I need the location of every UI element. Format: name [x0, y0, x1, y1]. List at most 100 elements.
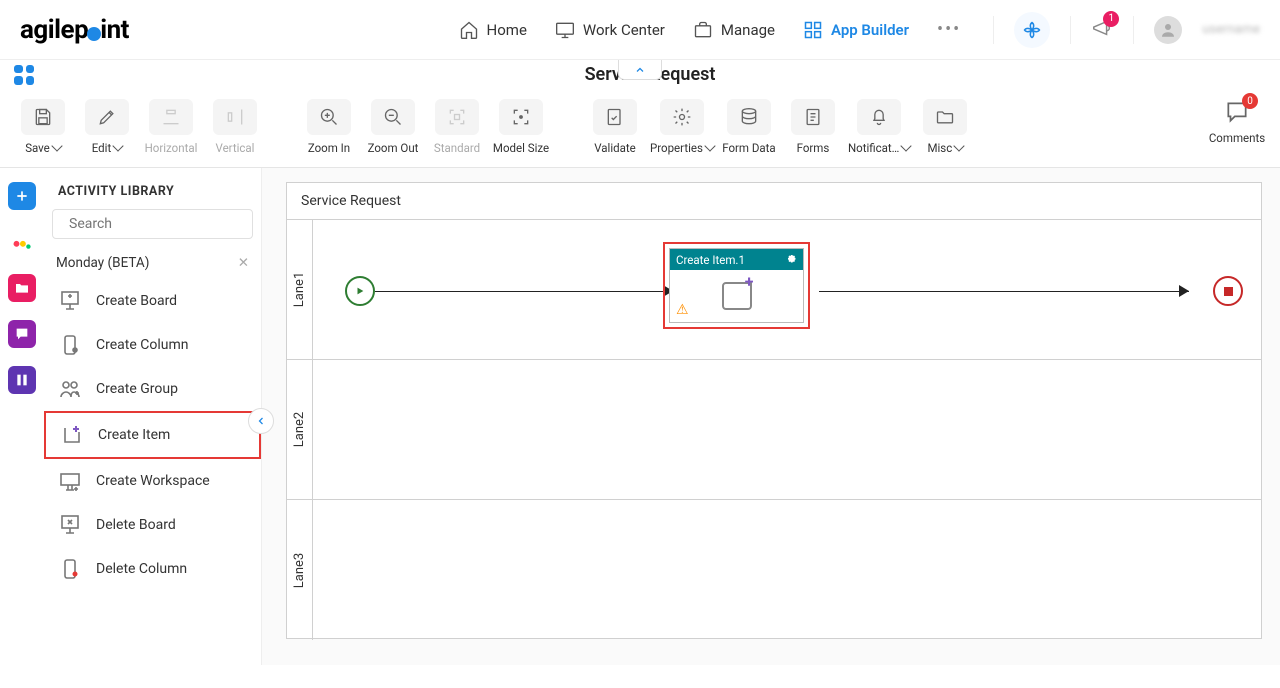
- nav-manage[interactable]: Manage: [693, 20, 775, 40]
- search-input[interactable]: [69, 216, 247, 232]
- rail-folder[interactable]: [8, 274, 36, 302]
- tool-validate[interactable]: Validate: [586, 99, 644, 155]
- lib-item-create-board[interactable]: Create Board: [44, 279, 261, 323]
- chevron-down-icon: [901, 140, 912, 151]
- delete-column-icon: [58, 557, 82, 581]
- tool-model-size[interactable]: Model Size: [492, 99, 550, 155]
- tool-save[interactable]: Save: [14, 99, 72, 155]
- tool-vertical[interactable]: Vertical: [206, 99, 264, 155]
- agilepoint-logo: agilepint: [20, 15, 190, 45]
- item-icon: [60, 423, 84, 447]
- pinwheel-button[interactable]: [1014, 12, 1050, 48]
- sidebar-collapse-button[interactable]: [248, 408, 274, 434]
- rail-columns[interactable]: [8, 366, 36, 394]
- tool-forms[interactable]: Forms: [784, 99, 842, 155]
- category-close[interactable]: ✕: [238, 255, 249, 271]
- chevron-up-icon: [634, 64, 646, 76]
- chat-icon: [14, 326, 30, 342]
- gear-icon: [672, 107, 692, 127]
- columns-icon: [14, 372, 30, 388]
- nav-work-center[interactable]: Work Center: [555, 20, 665, 40]
- activity-create-item[interactable]: Create Item.1 ⚠: [663, 242, 810, 329]
- validate-icon: [605, 107, 625, 127]
- flow-connector: [819, 291, 1189, 292]
- lib-item-create-column[interactable]: Create Column: [44, 323, 261, 367]
- lib-item-delete-column[interactable]: Delete Column: [44, 547, 261, 591]
- briefcase-icon: [693, 20, 713, 40]
- username-label: username: [1202, 22, 1260, 37]
- tool-misc[interactable]: Misc: [916, 99, 974, 155]
- zoom-out-icon: [383, 107, 403, 127]
- apps-grid-button[interactable]: [14, 65, 34, 85]
- collapse-header-toggle[interactable]: [618, 60, 662, 80]
- category-label: Monday (BETA): [56, 255, 149, 271]
- tool-zoom-in[interactable]: Zoom In: [300, 99, 358, 155]
- lib-item-create-workspace[interactable]: Create Workspace: [44, 459, 261, 503]
- user-icon: [1159, 21, 1177, 39]
- save-icon: [33, 107, 53, 127]
- end-node[interactable]: [1213, 276, 1243, 306]
- sidebar-title: ACTIVITY LIBRARY: [44, 168, 261, 209]
- rail-add-button[interactable]: [8, 182, 36, 210]
- lane-label: Lane3: [287, 500, 313, 640]
- group-icon: [58, 377, 82, 401]
- tool-comments[interactable]: 0 Comments: [1208, 99, 1266, 155]
- activity-library-sidebar: ACTIVITY LIBRARY Monday (BETA) ✕ Create …: [44, 168, 262, 665]
- tool-zoom-out[interactable]: Zoom Out: [364, 99, 422, 155]
- workflow-canvas[interactable]: Lane1 Create Item.1: [286, 219, 1262, 639]
- activity-settings[interactable]: [785, 252, 797, 267]
- gear-icon: [785, 252, 797, 264]
- tool-edit[interactable]: Edit: [78, 99, 136, 155]
- notification-button[interactable]: 1: [1091, 17, 1113, 43]
- workspace-icon: [58, 469, 82, 493]
- fit-standard-icon: [447, 107, 467, 127]
- folder-icon: [935, 107, 955, 127]
- delete-board-icon: [58, 513, 82, 537]
- start-node[interactable]: [345, 276, 375, 306]
- flow-connector: [375, 291, 673, 292]
- lane-label: Lane2: [287, 360, 313, 499]
- chevron-down-icon: [954, 140, 965, 151]
- stop-icon: [1224, 287, 1233, 296]
- pinwheel-icon: [1023, 21, 1041, 39]
- play-icon: [355, 286, 365, 296]
- bell-icon: [869, 107, 889, 127]
- monitor-icon: [555, 20, 575, 40]
- comments-badge: 0: [1242, 93, 1258, 109]
- warning-icon: ⚠: [676, 302, 689, 318]
- plus-icon: [14, 188, 30, 204]
- column-icon: [58, 333, 82, 357]
- chevron-down-icon: [113, 140, 124, 151]
- user-avatar[interactable]: [1154, 16, 1182, 44]
- tool-properties[interactable]: Properties: [650, 99, 714, 155]
- nav-app-builder[interactable]: App Builder: [803, 20, 909, 40]
- lane-label: Lane1: [287, 220, 313, 359]
- lib-item-create-item[interactable]: Create Item: [44, 411, 261, 459]
- logo-dot-icon: [87, 27, 101, 41]
- nav-more[interactable]: •••: [937, 19, 961, 40]
- tool-notifications[interactable]: Notificat…: [848, 99, 910, 155]
- rail-monday[interactable]: [8, 228, 36, 256]
- monday-icon: [11, 231, 33, 253]
- database-icon: [739, 107, 759, 127]
- notification-badge: 1: [1103, 11, 1119, 27]
- chevron-down-icon: [704, 140, 715, 151]
- tool-standard[interactable]: Standard: [428, 99, 486, 155]
- chevron-left-icon: [255, 415, 267, 427]
- folder-icon: [14, 280, 30, 296]
- canvas-title: Service Request: [286, 182, 1262, 219]
- nav-home[interactable]: Home: [459, 20, 527, 40]
- horizontal-icon: [161, 107, 181, 127]
- tool-horizontal[interactable]: Horizontal: [142, 99, 200, 155]
- toolbar: Save Edit Horizontal Vertical Zoom In Zo…: [0, 99, 1280, 168]
- vertical-icon: [225, 107, 245, 127]
- lib-item-create-group[interactable]: Create Group: [44, 367, 261, 411]
- model-size-icon: [511, 107, 531, 127]
- rail-chat[interactable]: [8, 320, 36, 348]
- chevron-down-icon: [51, 140, 62, 151]
- tool-form-data[interactable]: Form Data: [720, 99, 778, 155]
- lib-item-delete-board[interactable]: Delete Board: [44, 503, 261, 547]
- search-box[interactable]: [52, 209, 253, 239]
- home-icon: [459, 20, 479, 40]
- grid-icon: [803, 20, 823, 40]
